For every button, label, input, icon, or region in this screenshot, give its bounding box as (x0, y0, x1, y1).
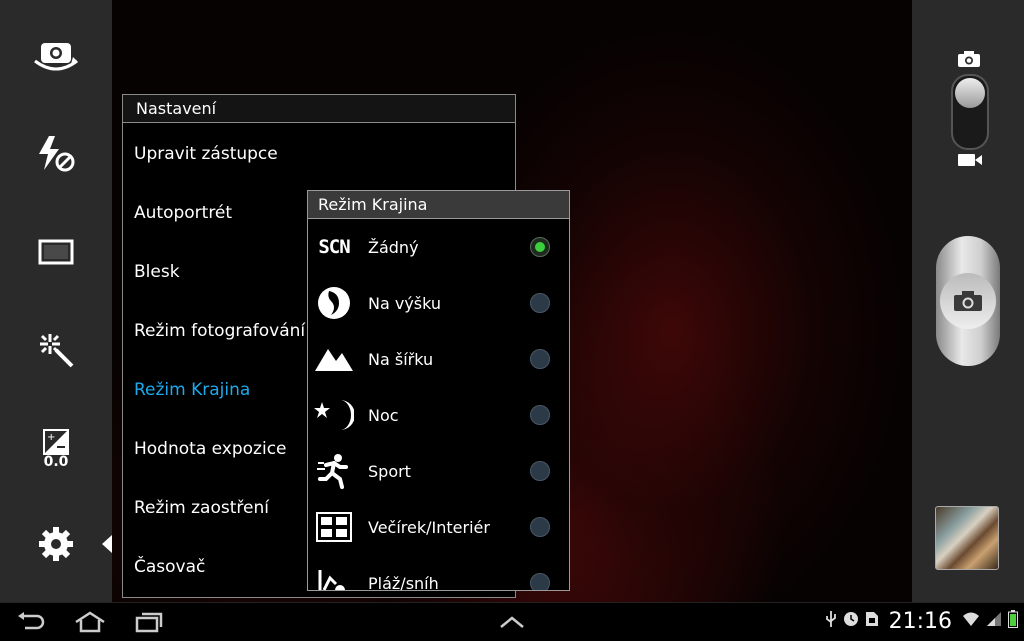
gallery-thumbnail[interactable] (935, 506, 999, 570)
status-area[interactable]: 21:16 (825, 604, 1018, 638)
photo-mode-icon (957, 50, 981, 72)
left-toolbar: + 0.0 (0, 0, 112, 602)
scene-option-none[interactable]: SCN Žádný (308, 219, 569, 275)
aspect-ratio-icon[interactable] (32, 228, 80, 276)
scene-option-label: Žádný (368, 237, 419, 257)
recent-apps-icon[interactable] (134, 609, 164, 635)
sim-card-icon (865, 611, 879, 631)
settings-title: Nastavení (123, 95, 515, 123)
scene-option-label: Večírek/Interiér (368, 517, 490, 537)
camera-icon (940, 273, 996, 329)
wifi-icon (962, 611, 980, 631)
radio-button[interactable] (530, 405, 550, 425)
scene-option-label: Na výšku (368, 293, 442, 313)
exposure-icon[interactable]: + 0.0 (32, 425, 80, 473)
scene-option-night[interactable]: Noc (308, 387, 569, 443)
radio-button[interactable] (530, 573, 550, 590)
scene-option-label: Noc (368, 405, 399, 425)
beach-snow-icon (314, 563, 354, 590)
back-icon[interactable] (16, 609, 46, 635)
radio-button[interactable] (530, 349, 550, 369)
settings-item-edit-shortcuts[interactable]: Upravit zástupce (123, 123, 515, 182)
battery-icon (1008, 610, 1018, 632)
scene-option-label: Sport (368, 461, 411, 481)
alarm-icon (843, 611, 859, 631)
portrait-icon (314, 283, 354, 323)
selected-pointer (102, 535, 112, 553)
status-clock: 21:16 (888, 608, 952, 634)
settings-gear-icon[interactable] (32, 520, 80, 568)
radio-button[interactable] (530, 293, 550, 313)
effects-icon[interactable] (32, 326, 80, 374)
radio-button[interactable] (530, 461, 550, 481)
scn-icon: SCN (318, 236, 350, 258)
svg-text:+: + (47, 432, 55, 443)
scene-option-portrait[interactable]: Na výšku (308, 275, 569, 331)
sport-icon (314, 451, 354, 491)
scene-option-landscape[interactable]: Na šířku (308, 331, 569, 387)
video-mode-icon (957, 152, 983, 172)
signal-icon (986, 611, 1002, 631)
home-icon[interactable] (73, 609, 107, 635)
switch-camera-icon[interactable] (32, 33, 80, 81)
scene-option-sport[interactable]: Sport (308, 443, 569, 499)
scene-option-party[interactable]: Večírek/Interiér (308, 499, 569, 555)
flash-off-icon[interactable] (32, 130, 80, 178)
usb-icon (825, 610, 837, 632)
scene-option-label: Pláž/sníh (368, 573, 439, 591)
shutter-button[interactable] (936, 236, 1000, 366)
landscape-icon (314, 339, 354, 379)
chevron-up-icon[interactable] (497, 609, 527, 635)
camera-video-switch[interactable] (951, 74, 989, 150)
night-icon (314, 395, 354, 435)
scene-option-beach-snow[interactable]: Pláž/sníh (308, 555, 569, 591)
scene-popup-title: Režim Krajina (308, 191, 569, 219)
switch-knob[interactable] (955, 78, 985, 108)
radio-button[interactable] (530, 517, 550, 537)
exposure-value: 0.0 (43, 454, 69, 470)
radio-button[interactable] (530, 237, 550, 257)
scene-option-label: Na šířku (368, 349, 434, 369)
party-icon (314, 507, 354, 547)
scene-mode-popup: Režim Krajina SCN Žádný Na výšku Na šířk… (307, 190, 570, 591)
